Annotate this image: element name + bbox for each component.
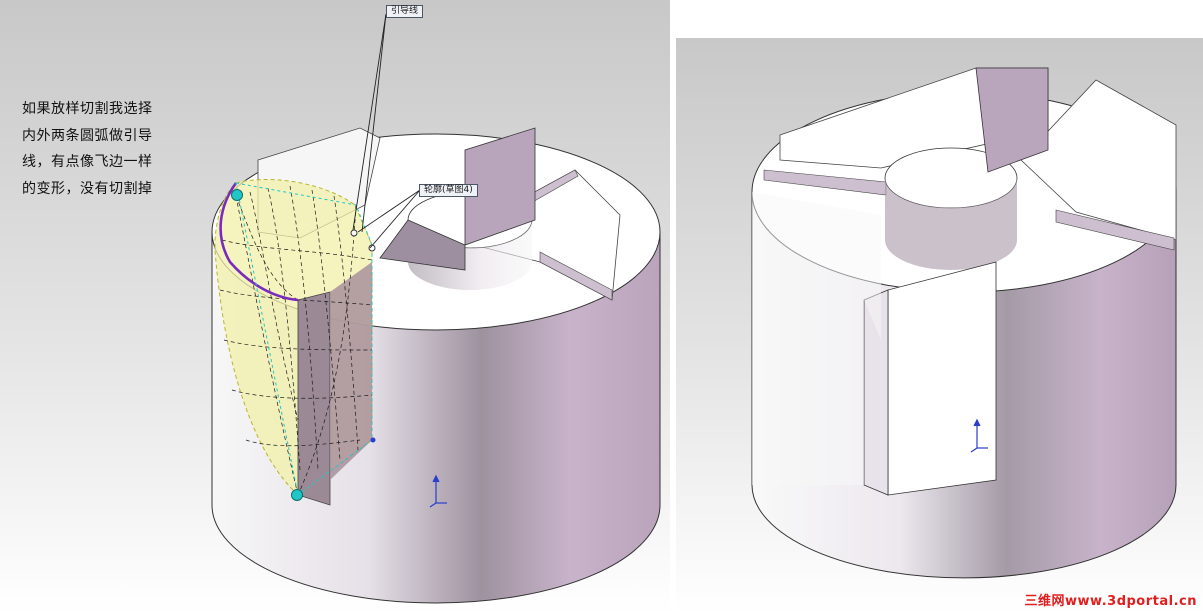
endpoint-handle-icon[interactable] <box>291 489 303 501</box>
callout-guide-curve[interactable]: 引导线 <box>386 5 424 18</box>
endpoint-handle-icon[interactable] <box>231 189 243 201</box>
right-graphics-viewport[interactable] <box>676 0 1203 615</box>
endpoint-handle-icon[interactable] <box>350 229 358 237</box>
left-graphics-viewport[interactable]: 如果放样切割我选择 内外两条圆弧做引导 线，有点像飞边一样 的变形，没有切割掉 … <box>0 0 670 615</box>
callout-profile[interactable]: 轮廓(草图4) <box>419 184 478 197</box>
annotation-note: 如果放样切割我选择 内外两条圆弧做引导 线，有点像飞边一样 的变形，没有切割掉 <box>22 101 153 197</box>
endpoint-handle-icon[interactable] <box>370 437 376 443</box>
site-watermark: 三维网www.3dportal.cn <box>1024 594 1197 609</box>
